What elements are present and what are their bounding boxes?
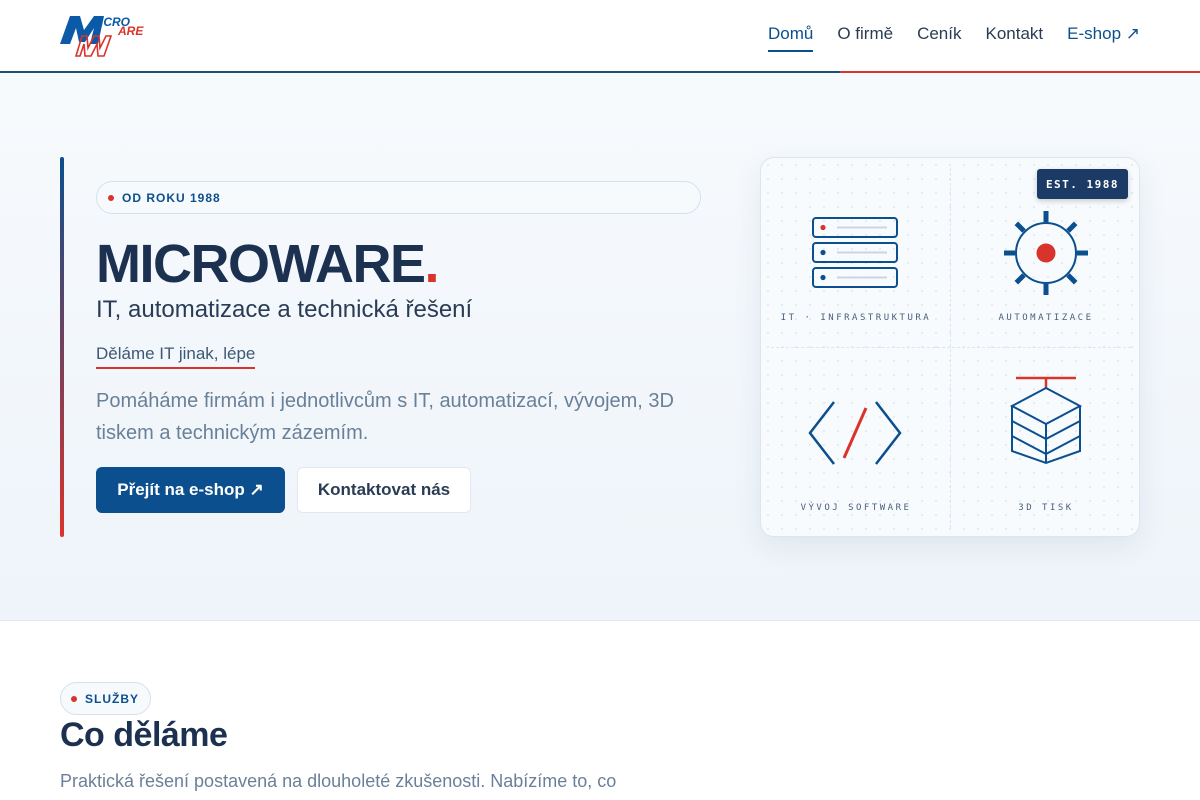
- hero-subtitle: IT, automatizace a technická řešení: [96, 296, 473, 323]
- services-card: EST. 1988 IT · INFRASTRUKTURA AUTOMATIZA…: [760, 157, 1140, 537]
- hero-title-dot: .: [424, 234, 439, 294]
- layers-icon: [1009, 376, 1083, 465]
- card-divider-vertical: [950, 168, 951, 528]
- services-description: Praktická řešení postavená na dlouholeté…: [60, 771, 617, 791]
- hero-title: MICROWARE.: [96, 233, 439, 295]
- logo-text-bottom: ARE: [117, 24, 144, 38]
- nav-about[interactable]: O firmě: [837, 24, 893, 52]
- nav-contact[interactable]: Kontakt: [986, 24, 1044, 52]
- cell-label-infrastructure: IT · INFRASTRUKTURA: [780, 313, 932, 323]
- services-badge-text: SLUŽBY: [85, 691, 139, 706]
- services-title: Co děláme: [60, 716, 228, 754]
- hero-accent-bar: [60, 157, 64, 537]
- hero-title-text: MICROWARE: [96, 234, 426, 294]
- microware-logo-icon: ICRO ARE: [60, 15, 144, 57]
- server-icon: [812, 217, 898, 288]
- cell-label-software: VÝVOJ SOFTWARE: [800, 503, 912, 513]
- nav-eshop[interactable]: E-shop ↗: [1067, 24, 1140, 52]
- logo[interactable]: ICRO ARE: [60, 14, 152, 58]
- cell-label-3d-print: 3D TISK: [1018, 503, 1074, 513]
- hero-description: Pomáháme firmám i jednotlivcům s IT, aut…: [96, 390, 674, 444]
- hero-section: OD ROKU 1988 MICROWARE. IT, automatizace…: [0, 73, 1200, 621]
- eshop-button[interactable]: Přejít na e-shop ↗: [96, 467, 285, 513]
- badge-dot-icon: [108, 194, 114, 201]
- code-icon: [808, 401, 902, 465]
- site-header: ICRO ARE Domů O firmě Ceník Kontakt E-sh…: [0, 0, 1200, 73]
- main-nav: Domů O firmě Ceník Kontakt E-shop ↗: [767, 24, 1140, 52]
- gear-icon: [1004, 211, 1088, 295]
- since-badge-text: OD ROKU 1988: [122, 190, 221, 205]
- services-badge: SLUŽBY: [60, 682, 151, 715]
- cell-label-automation: AUTOMATIZACE: [998, 313, 1094, 323]
- since-badge: OD ROKU 1988: [96, 181, 701, 214]
- nav-pricing[interactable]: Ceník: [917, 24, 961, 52]
- hero-tagline: Děláme IT jinak, lépe: [96, 344, 256, 369]
- est-badge: EST. 1988: [1037, 169, 1128, 199]
- nav-home[interactable]: Domů: [767, 24, 814, 52]
- services-badge-dot-icon: [71, 695, 77, 702]
- card-divider-horizontal: [771, 347, 1131, 348]
- contact-button[interactable]: Kontaktovat nás: [297, 467, 471, 513]
